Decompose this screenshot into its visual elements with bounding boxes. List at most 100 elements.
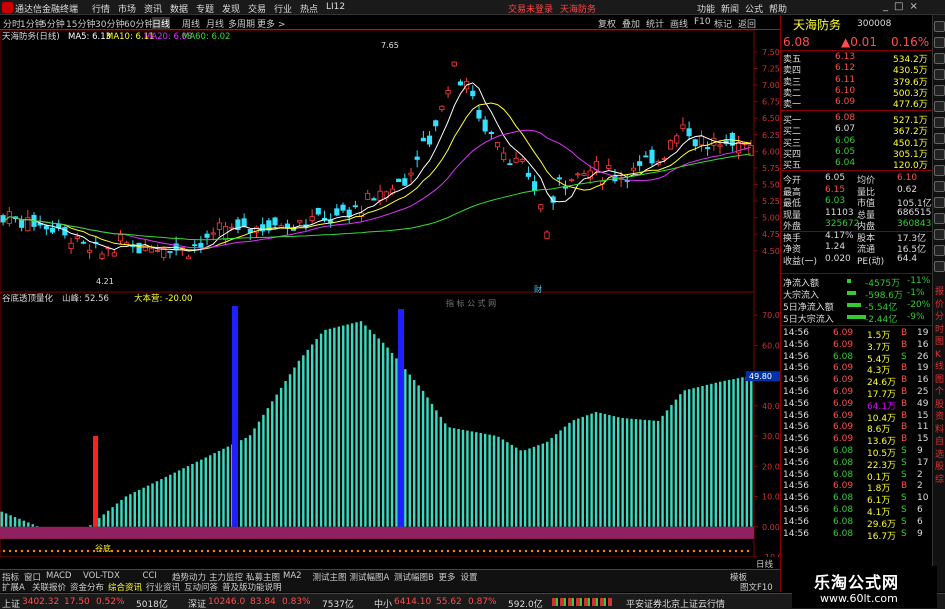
sidebar-button-3[interactable] bbox=[934, 69, 945, 80]
info-tab-1[interactable]: 关联报价 bbox=[32, 581, 66, 593]
tab-2[interactable]: MACD bbox=[46, 571, 71, 581]
tick-price-15: 6.08 bbox=[833, 505, 854, 515]
tab-right-daily[interactable]: 日线 bbox=[756, 558, 773, 570]
indicator-bar bbox=[137, 489, 141, 527]
dot-marker bbox=[626, 549, 630, 553]
sidebar-char-9: 股 bbox=[935, 399, 945, 410]
kline-chart-svg[interactable]: 天海防务(日线) MA5: 6.13MA10: 6.11MA20: 6.08MA6… bbox=[0, 29, 788, 568]
sidebar-button-4[interactable] bbox=[934, 85, 945, 96]
menu-item-2[interactable]: 资讯 bbox=[144, 2, 170, 15]
dot-marker bbox=[458, 549, 462, 553]
sidebar-button-6[interactable] bbox=[934, 117, 945, 128]
candle-body bbox=[117, 234, 124, 242]
info-tab-2[interactable]: 资金分布 bbox=[70, 581, 104, 593]
info-tab-4[interactable]: 行业资讯 bbox=[146, 581, 180, 593]
minimize-button[interactable]: _ bbox=[883, 1, 888, 12]
toolbar-6[interactable]: 返回 bbox=[738, 17, 756, 30]
indicator-bar bbox=[470, 431, 474, 527]
sidebar-button-12[interactable] bbox=[934, 213, 945, 224]
right-menu-item-1[interactable]: 新闻 bbox=[721, 2, 745, 15]
period-tab-10[interactable]: 更多 > bbox=[257, 17, 285, 30]
period-tab-8[interactable]: 月线 bbox=[206, 17, 224, 30]
tick-num-8: 11 bbox=[917, 422, 929, 433]
menu-item-4[interactable]: 专题 bbox=[196, 2, 222, 15]
price-tick-1: 7.25 bbox=[762, 65, 780, 74]
dot-marker bbox=[74, 549, 78, 553]
tab-4[interactable]: CCI bbox=[143, 571, 157, 581]
top-stock-name[interactable]: 天海防务 bbox=[560, 2, 596, 15]
info-tab-6[interactable]: 普及版功能说明 bbox=[222, 581, 282, 593]
close-button[interactable]: × bbox=[909, 1, 917, 12]
right-menu-item-0[interactable]: 功能 bbox=[697, 2, 721, 15]
info-tab-3[interactable]: 综合资讯 bbox=[108, 581, 142, 593]
toolbar-2[interactable]: 统计 bbox=[646, 17, 664, 30]
toolbar-0[interactable]: 复权 bbox=[598, 17, 616, 30]
menu-item-8[interactable]: 热点 bbox=[300, 2, 326, 15]
indicator-bar bbox=[169, 474, 172, 527]
sidebar-button-11[interactable] bbox=[934, 197, 945, 208]
sidebar-button-7[interactable] bbox=[934, 133, 945, 144]
menu-item-6[interactable]: 交易 bbox=[248, 2, 274, 15]
high-price-label: 7.65 bbox=[381, 41, 399, 50]
toolbar-1[interactable]: 叠加 bbox=[622, 17, 640, 30]
candle-body bbox=[371, 198, 377, 201]
tick-vol-17: 16.7万 bbox=[867, 531, 897, 542]
tick-num-14: 10 bbox=[917, 493, 929, 504]
indicator-bar bbox=[306, 349, 309, 527]
dot-marker bbox=[14, 549, 18, 553]
chart-area[interactable]: 天海防务(日线) MA5: 6.13 MA10: 6.11 MA20: 6.08 MA6… bbox=[0, 29, 788, 568]
indicator-bar bbox=[687, 389, 691, 527]
sidebar-button-1[interactable] bbox=[934, 37, 945, 48]
sidebar-button-2[interactable] bbox=[934, 53, 945, 64]
indicator-bar bbox=[146, 485, 150, 527]
candle-body bbox=[705, 147, 711, 150]
indicator-bar bbox=[377, 338, 380, 527]
period-tab-3[interactable]: 15分钟 bbox=[66, 17, 95, 30]
indicator-bar bbox=[186, 466, 190, 527]
watermark-title: 乐淘公式网 bbox=[814, 573, 900, 592]
tab-8[interactable]: MA2 bbox=[283, 571, 302, 581]
menu-item-7[interactable]: 行业 bbox=[274, 2, 300, 15]
watermark-url: www.60lt.com bbox=[820, 592, 898, 605]
period-tab-6[interactable]: 日线 bbox=[152, 17, 171, 30]
dot-marker bbox=[656, 549, 660, 553]
sidebar-button-9[interactable] bbox=[934, 165, 945, 176]
period-tab-9[interactable]: 多周期 bbox=[228, 17, 255, 30]
right-menu-item-3[interactable]: 帮助 bbox=[769, 2, 793, 15]
tab-right-f10[interactable]: 图文F10 bbox=[740, 581, 773, 593]
sidebar-button-10[interactable] bbox=[934, 181, 945, 192]
tick-price-9: 6.09 bbox=[833, 434, 854, 445]
info-tab-5[interactable]: 互动问答 bbox=[184, 581, 218, 593]
sidebar-button-8[interactable] bbox=[934, 149, 945, 160]
toolbar-3[interactable]: 画线 bbox=[670, 17, 688, 30]
menu-item-3[interactable]: 数据 bbox=[170, 2, 196, 15]
period-tab-4[interactable]: 30分钟 bbox=[95, 17, 124, 30]
period-tab-0[interactable]: 分时 bbox=[3, 17, 21, 30]
maximize-button[interactable]: □ bbox=[894, 1, 903, 12]
sidebar-button-0[interactable] bbox=[934, 21, 945, 32]
sidebar-button-5[interactable] bbox=[934, 101, 945, 112]
period-tab-5[interactable]: 60分钟 bbox=[124, 17, 153, 30]
sidebar-button-15[interactable] bbox=[934, 261, 945, 272]
tick-side-11: S bbox=[901, 457, 907, 468]
tick-side-4: B bbox=[901, 375, 908, 386]
sidebar-button-14[interactable] bbox=[934, 245, 945, 256]
trade-login-link[interactable]: 交易未登录 bbox=[508, 2, 553, 15]
toolbar-4[interactable]: F10 bbox=[694, 17, 711, 27]
sidebar-button-13[interactable] bbox=[934, 229, 945, 240]
menu-item-0[interactable]: 行情 bbox=[92, 2, 118, 15]
dot-marker bbox=[674, 549, 678, 553]
dot-marker bbox=[272, 549, 276, 553]
toolbar-5[interactable]: 标记 bbox=[714, 17, 732, 30]
period-tab-7[interactable]: 周线 bbox=[182, 17, 200, 30]
period-tab-2[interactable]: 5分钟 bbox=[41, 17, 65, 30]
menu-item-5[interactable]: 发现 bbox=[222, 2, 248, 15]
candle-body bbox=[668, 140, 674, 150]
menu-item-1[interactable]: 市场 bbox=[118, 2, 144, 15]
right-menu-item-2[interactable]: 公式 bbox=[745, 2, 769, 15]
menu-item-9[interactable]: LI12 bbox=[326, 2, 352, 15]
indicator-bar bbox=[603, 413, 607, 527]
stat-val-3b: 686515 bbox=[897, 207, 932, 218]
tab-3[interactable]: VOL-TDX bbox=[83, 571, 120, 581]
info-tab-0[interactable]: 扩展A bbox=[2, 581, 25, 593]
